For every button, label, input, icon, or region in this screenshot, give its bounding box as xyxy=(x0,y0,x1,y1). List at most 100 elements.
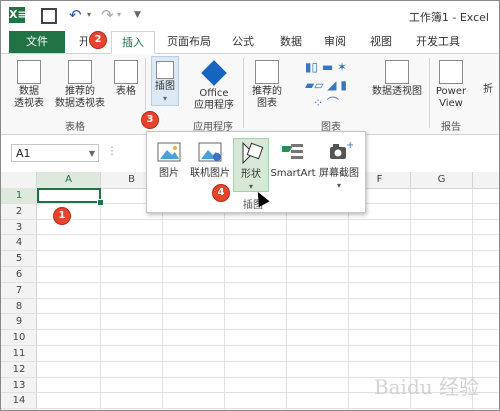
tab-formulas[interactable]: 公式 xyxy=(225,31,261,53)
office-store-icon xyxy=(201,60,227,86)
recommended-pivot-label: 推荐的 数据透视表 xyxy=(55,86,105,109)
save-icon[interactable] xyxy=(41,8,57,24)
grid-line xyxy=(37,345,499,346)
row-header[interactable]: 14 xyxy=(1,393,37,410)
row-header[interactable]: 13 xyxy=(1,378,37,394)
grid-line xyxy=(37,313,499,315)
grid-line xyxy=(37,329,499,331)
shapes-button[interactable]: 形状 ▾ xyxy=(233,138,269,192)
select-all-corner[interactable] xyxy=(1,172,37,188)
illustrations-button[interactable]: 插图 ▾ xyxy=(151,56,179,106)
grid-line xyxy=(37,360,499,362)
illustrations-dropdown-icon: ▾ xyxy=(162,94,167,103)
illustrations-label: 插图 xyxy=(155,81,175,92)
row-header[interactable]: 3 xyxy=(1,220,37,236)
office-apps-button[interactable]: Office 应用程序 xyxy=(189,60,239,112)
illustrations-icon xyxy=(156,61,174,79)
ribbon: 数据 透视表 推荐的 数据透视表 表格 表格 插图 ▾ Office 应用程序 … xyxy=(1,54,499,135)
recommended-charts-button[interactable]: 推荐的 图表 xyxy=(247,60,287,110)
customize-qat-icon[interactable]: ▼ xyxy=(134,7,150,23)
undo-dropdown-icon[interactable]: ▾ xyxy=(87,7,95,23)
chart-types-gallery[interactable]: ▮▯ ▬ ✶ ▰▱ ◢ ▮ ⁘ ⌒ xyxy=(291,58,361,110)
column-header[interactable]: G xyxy=(411,172,473,188)
row-header[interactable]: 8 xyxy=(1,299,37,315)
row-header[interactable]: 11 xyxy=(1,346,37,362)
step-marker-1: 1 xyxy=(53,207,71,225)
smartart-button[interactable]: SmartArt xyxy=(269,138,317,180)
recommended-charts-icon xyxy=(255,60,279,84)
table-icon xyxy=(114,60,138,84)
shapes-label: 形状 xyxy=(241,169,261,180)
row-header[interactable]: 4 xyxy=(1,235,37,252)
active-cell[interactable] xyxy=(37,188,101,203)
step-marker-4: 4 xyxy=(212,184,230,202)
group-separator xyxy=(243,58,244,128)
fill-handle[interactable] xyxy=(97,199,104,206)
step-marker-3: 3 xyxy=(141,111,159,129)
power-view-button[interactable]: Power View xyxy=(433,60,469,110)
tab-page-layout[interactable]: 页面布局 xyxy=(161,31,217,53)
pivot-chart-button[interactable]: 数据透视图 xyxy=(369,60,425,98)
tab-view[interactable]: 视图 xyxy=(363,31,399,53)
name-box[interactable]: A1 ▼ xyxy=(11,144,99,162)
row-header[interactable]: 5 xyxy=(1,251,37,267)
row-header[interactable]: 6 xyxy=(1,267,37,283)
tab-developer[interactable]: 开发工具 xyxy=(409,31,467,53)
row-header[interactable]: 1 xyxy=(1,188,37,204)
tab-review[interactable]: 审阅 xyxy=(317,31,353,53)
grid-line xyxy=(37,281,499,283)
table-button[interactable]: 表格 xyxy=(111,60,141,98)
camera-icon: + xyxy=(325,138,354,166)
ribbon-tabs: 文件 开始 插入 页面布局 公式 数据 审阅 视图 开发工具 xyxy=(1,31,499,54)
title-bar: X≡ ↶ ▾ ↷ ▾ ▼ 工作簿1 - Excel xyxy=(1,1,499,31)
recommended-charts-label: 推荐的 图表 xyxy=(252,86,282,109)
recommended-pivot-icon xyxy=(68,60,92,84)
step-marker-2: 2 xyxy=(89,31,107,49)
pivot-table-button[interactable]: 数据 透视表 xyxy=(9,60,49,110)
group-separator xyxy=(429,58,430,128)
undo-icon[interactable]: ↶ xyxy=(69,7,85,23)
tab-insert[interactable]: 插入 xyxy=(111,31,155,54)
grid-line xyxy=(37,250,499,252)
document-title: 工作簿1 - Excel xyxy=(408,11,489,24)
group-tables-label: 表格 xyxy=(65,122,85,133)
grid-line xyxy=(37,266,499,267)
group-reports-label: 报告 xyxy=(441,122,461,133)
row-header[interactable]: 7 xyxy=(1,283,37,299)
picture-button[interactable]: 图片 xyxy=(153,138,185,180)
power-view-icon xyxy=(439,60,463,84)
sparkline-button[interactable]: 折 xyxy=(479,84,497,96)
smartart-label: SmartArt xyxy=(270,168,316,179)
tab-data[interactable]: 数据 xyxy=(273,31,309,53)
screenshot-label: 屏幕截图 xyxy=(319,168,359,179)
redo-icon[interactable]: ↷ xyxy=(101,7,117,23)
svg-text:+: + xyxy=(346,140,353,151)
column-header[interactable]: A xyxy=(37,172,101,188)
online-picture-icon xyxy=(196,138,224,166)
chevron-down-icon[interactable]: ▼ xyxy=(89,145,95,163)
online-picture-button[interactable]: 联机图片 xyxy=(187,138,233,180)
shapes-icon xyxy=(237,139,265,167)
row-header[interactable]: 9 xyxy=(1,314,37,331)
tab-file[interactable]: 文件 xyxy=(9,31,65,53)
recommended-pivot-button[interactable]: 推荐的 数据透视表 xyxy=(51,60,109,110)
pivot-table-icon xyxy=(17,60,41,84)
office-apps-label: Office 应用程序 xyxy=(194,88,234,111)
grid-line xyxy=(37,408,499,410)
table-label: 表格 xyxy=(116,86,136,97)
row-header[interactable]: 12 xyxy=(1,362,37,378)
pivot-chart-icon xyxy=(385,60,409,84)
pivot-chart-label: 数据透视图 xyxy=(372,86,422,97)
sparkline-label: 折 xyxy=(483,84,493,95)
formula-bar-grip-icon[interactable]: ⋮ xyxy=(107,146,117,157)
grid-line xyxy=(37,234,499,236)
row-header[interactable]: 10 xyxy=(1,330,37,346)
screenshot-button[interactable]: + 屏幕截图 ▾ xyxy=(317,138,361,192)
online-picture-label: 联机图片 xyxy=(190,168,230,179)
redo-dropdown-icon[interactable]: ▾ xyxy=(117,7,125,23)
grid-line xyxy=(37,297,499,299)
excel-app-icon: X≡ xyxy=(9,7,27,23)
row-header[interactable]: 2 xyxy=(1,204,37,220)
smartart-icon xyxy=(279,138,307,166)
excel-window: X≡ ↶ ▾ ↷ ▾ ▼ 工作簿1 - Excel 文件 开始 插入 页面布局 … xyxy=(0,0,500,411)
